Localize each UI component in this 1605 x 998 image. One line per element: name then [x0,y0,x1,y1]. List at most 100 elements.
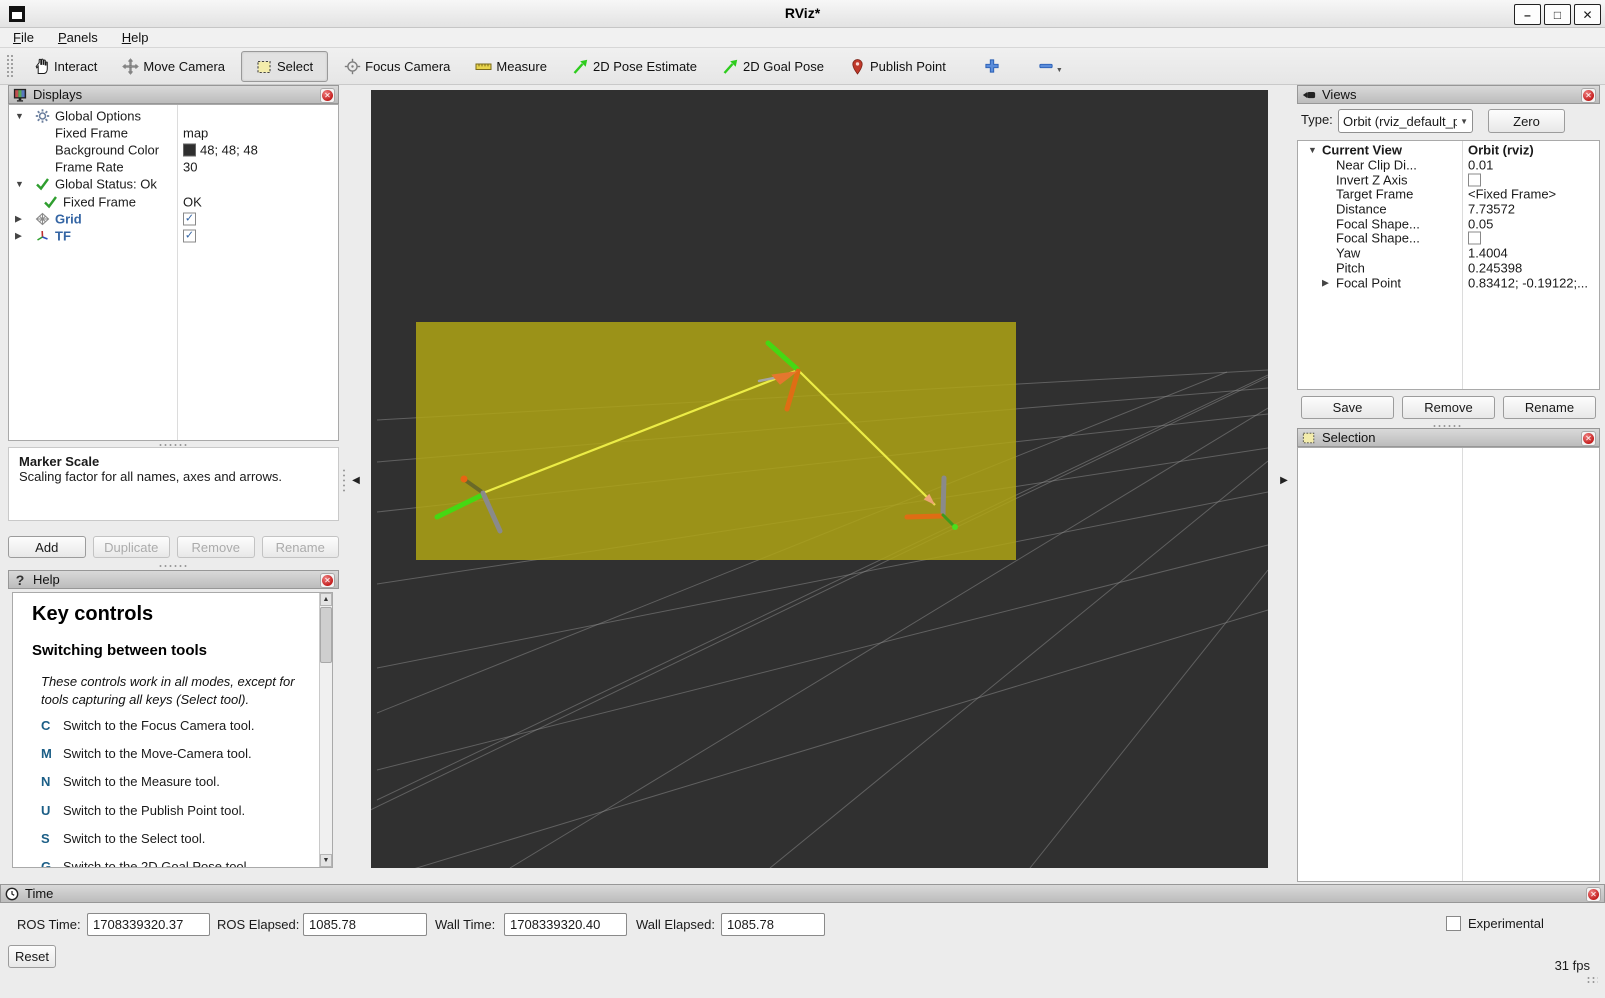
tree-row-tf[interactable]: ▶TF✓ [9,227,338,244]
tree-row-target-frame[interactable]: Target Frame<Fixed Frame> [1298,187,1599,202]
checkbox[interactable] [1468,173,1481,186]
tree-row-focal-shape-[interactable]: Focal Shape...0.05 [1298,216,1599,231]
property-value[interactable]: 1.4004 [1468,246,1597,261]
tree-row-background-color[interactable]: Background Color48; 48; 48 [9,141,338,158]
property-value[interactable]: <Fixed Frame> [1468,187,1597,202]
tree-collapsed-icon[interactable]: ▶ [15,230,22,241]
property-value[interactable]: ✓ [183,212,336,225]
displays-panel-header[interactable]: Displays ✕ [8,85,339,104]
close-button[interactable]: ✕ [1574,4,1601,25]
help-content[interactable]: Key controls Switching between tools The… [12,592,333,868]
checkbox[interactable]: ✓ [183,212,196,225]
splitter-handle[interactable] [158,564,188,568]
scroll-down-icon[interactable]: ▼ [320,854,332,867]
selection-close-icon[interactable]: ✕ [1581,431,1596,446]
scrollbar-thumb[interactable] [320,607,332,663]
property-value[interactable]: 0.01 [1468,158,1597,173]
tree-row-current-view[interactable]: ▼Current ViewOrbit (rviz) [1298,143,1599,158]
tree-row-distance[interactable]: Distance7.73572 [1298,202,1599,217]
property-value[interactable] [1468,173,1597,186]
views-tree[interactable]: ▼Current ViewOrbit (rviz)Near Clip Di...… [1297,140,1600,390]
zero-button[interactable]: Zero [1488,109,1565,133]
property-value[interactable]: 48; 48; 48 [183,142,336,157]
splitter-handle[interactable] [342,468,346,494]
ros-elapsed-input[interactable]: 1085.78 [303,913,427,936]
remove-tool-button[interactable]: ▼ [1028,52,1073,80]
wall-time-input[interactable]: 1708339320.40 [504,913,627,936]
help-scrollbar[interactable]: ▲ ▼ [319,593,332,867]
property-value[interactable]: map [183,125,336,140]
time-close-icon[interactable]: ✕ [1586,887,1601,902]
tree-expanded-icon[interactable]: ▼ [15,111,24,121]
displays-close-icon[interactable]: ✕ [320,88,335,103]
maximize-button[interactable]: □ [1544,4,1571,25]
property-value[interactable]: ✓ [183,229,336,242]
tree-expanded-icon[interactable]: ▼ [15,179,24,189]
add-tool-button[interactable] [974,52,1010,80]
tree-row-near-clip-di-[interactable]: Near Clip Di...0.01 [1298,158,1599,173]
tree-row-fixed-frame[interactable]: Fixed Framemap [9,124,338,141]
rename-button[interactable]: Rename [262,536,340,558]
marker-plane[interactable] [416,322,1016,560]
view-type-dropdown[interactable]: Orbit (rviz_default_p ▼ [1338,109,1473,133]
ros-time-input[interactable]: 1708339320.37 [87,913,210,936]
views-panel-header[interactable]: Views ✕ [1297,85,1600,104]
reset-button[interactable]: Reset [8,945,56,968]
property-value[interactable]: 0.05 [1468,216,1597,231]
property-value[interactable]: OK [183,194,336,209]
color-swatch[interactable] [183,143,196,156]
property-value[interactable] [1468,232,1597,245]
tree-collapsed-icon[interactable]: ▶ [1322,277,1329,288]
tool-publish-point[interactable]: Publish Point [840,52,955,81]
add-button[interactable]: Add [8,536,86,558]
views-close-icon[interactable]: ✕ [1581,88,1596,103]
help-panel-header[interactable]: ? Help ✕ [8,570,339,589]
duplicate-button[interactable]: Duplicate [93,536,171,558]
selection-content[interactable] [1297,447,1600,882]
remove-button[interactable]: Remove [177,536,255,558]
checkbox[interactable]: ✓ [183,229,196,242]
time-panel-header[interactable]: Time ✕ [0,884,1605,903]
scroll-up-icon[interactable]: ▲ [320,593,332,606]
tool-measure[interactable]: Measure [466,52,556,81]
tree-row-invert-z-axis[interactable]: Invert Z Axis [1298,172,1599,187]
property-value[interactable]: Orbit (rviz) [1468,143,1597,158]
tree-collapsed-icon[interactable]: ▶ [15,213,22,224]
selection-panel-header[interactable]: Selection ✕ [1297,428,1600,447]
property-value[interactable]: 30 [183,160,336,175]
tree-row-focal-point[interactable]: ▶Focal Point0.83412; -0.19122;... [1298,275,1599,290]
tree-row-fixed-frame[interactable]: Fixed FrameOK [9,193,338,210]
tool-interact[interactable]: Interact [24,52,106,81]
experimental-checkbox[interactable] [1446,916,1461,931]
tree-row-grid[interactable]: ▶Grid✓ [9,210,338,227]
tree-row-yaw[interactable]: Yaw1.4004 [1298,246,1599,261]
tree-row-global-status-ok[interactable]: ▼Global Status: Ok [9,176,338,193]
tree-row-frame-rate[interactable]: Frame Rate30 [9,159,338,176]
tool-select[interactable]: Select [241,51,328,82]
displays-tree[interactable]: ▼Global OptionsFixed FramemapBackground … [8,104,339,441]
minimize-button[interactable]: – [1514,4,1541,25]
tool-2d-pose-estimate[interactable]: 2D Pose Estimate [563,52,706,81]
tool-focus-camera[interactable]: Focus Camera [335,52,459,81]
rename-button[interactable]: Rename [1503,396,1596,419]
tool-move-camera[interactable]: Move Camera [113,52,234,81]
property-value[interactable]: 7.73572 [1468,202,1597,217]
3d-viewport[interactable] [371,90,1268,868]
property-value[interactable]: 0.83412; -0.19122;... [1468,275,1597,290]
menu-file[interactable]: File [13,30,34,45]
tree-row-pitch[interactable]: Pitch0.245398 [1298,261,1599,276]
save-button[interactable]: Save [1301,396,1394,419]
tree-row-global-options[interactable]: ▼Global Options [9,107,338,124]
checkbox[interactable] [1468,232,1481,245]
property-value[interactable]: 0.245398 [1468,260,1597,275]
menu-panels[interactable]: Panels [58,30,98,45]
tool-2d-goal-pose[interactable]: 2D Goal Pose [713,52,833,81]
collapse-right-panel-icon[interactable]: ▶ [1277,470,1291,490]
tree-expanded-icon[interactable]: ▼ [1308,145,1317,155]
toolbar-drag-handle[interactable] [6,54,14,78]
title-bar[interactable]: RViz* – □ ✕ [0,0,1605,28]
resize-grip[interactable] [1586,976,1598,984]
remove-button[interactable]: Remove [1402,396,1495,419]
collapse-left-panel-icon[interactable]: ◀ [349,470,363,490]
tree-row-focal-shape-[interactable]: Focal Shape... [1298,231,1599,246]
